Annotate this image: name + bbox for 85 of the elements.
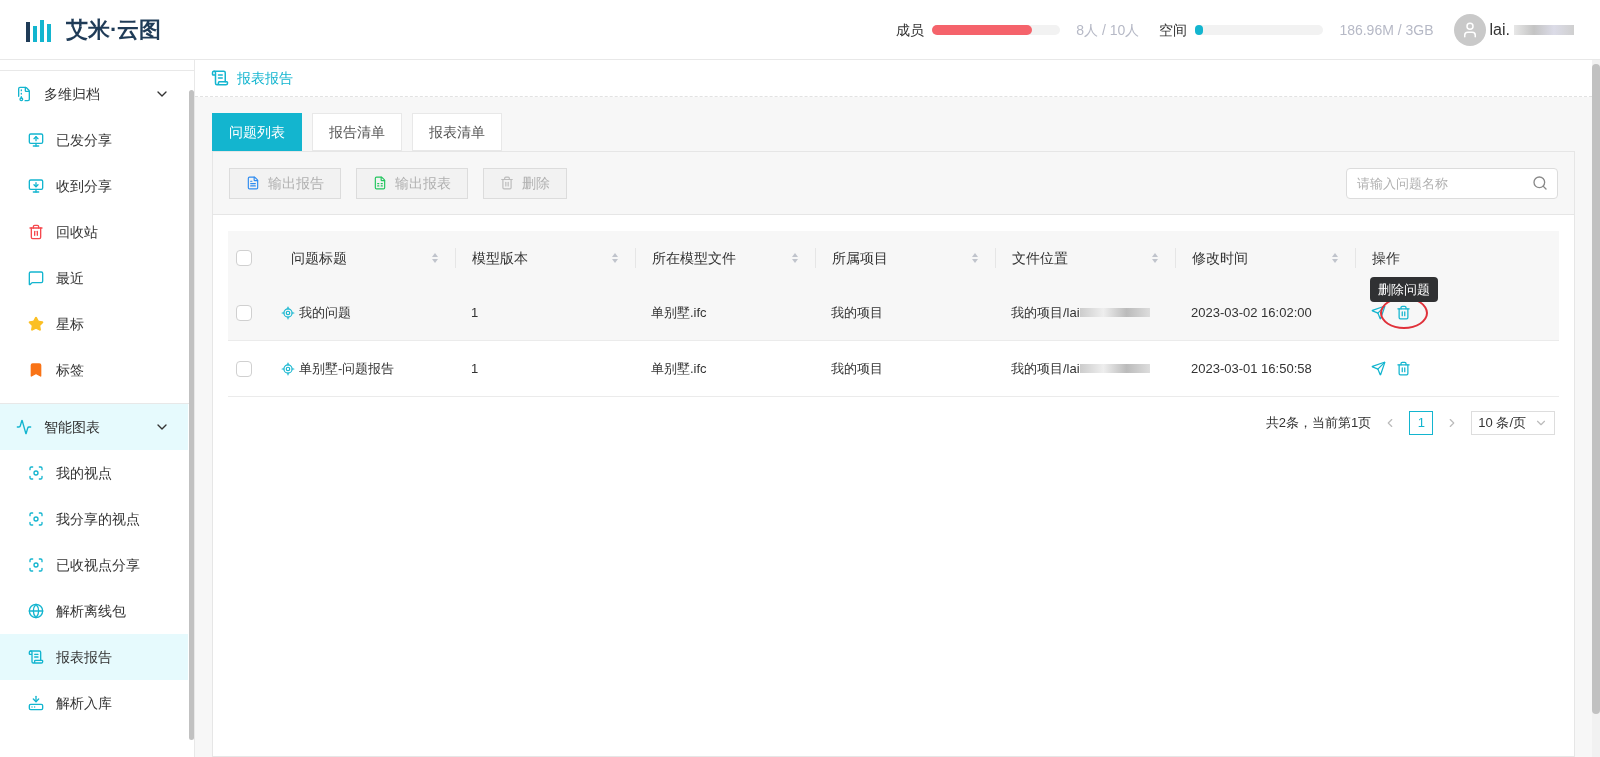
monitor-download-icon [28, 178, 44, 194]
locate-icon [281, 361, 295, 376]
monitor-upload-icon [28, 132, 44, 148]
table-cell-text: 我的项目/lai [1011, 359, 1080, 378]
bookmark-icon [28, 362, 44, 378]
column-header: 操作 [1372, 249, 1400, 268]
pulse-icon [16, 419, 32, 435]
sort-icon[interactable] [971, 252, 979, 264]
scrollbar[interactable] [1592, 60, 1600, 757]
trash-icon[interactable] [1396, 361, 1411, 376]
table-cell-text: 单别墅-问题报告 [299, 359, 395, 378]
page-size-select[interactable]: 10 条/页 [1471, 411, 1555, 435]
star-icon [28, 316, 44, 332]
send-icon[interactable] [1371, 305, 1386, 320]
table-cell: 我的项目 [831, 360, 883, 376]
tab[interactable]: 报告清单 [312, 113, 402, 151]
sidebar-item[interactable]: 报表报告 [0, 634, 188, 680]
avatar[interactable] [1453, 13, 1486, 46]
sort-icon[interactable] [1331, 252, 1339, 264]
meter-reading: 186.96M / 3GB [1339, 20, 1434, 40]
meter-label: 空间 [1159, 20, 1188, 40]
sort-icon[interactable] [1151, 252, 1159, 264]
sidebar-item[interactable]: 解析入库 [0, 680, 188, 726]
table-cell: 2023-03-01 16:50:58 [1191, 360, 1312, 376]
sidebar-item[interactable]: 解析离线包 [0, 588, 188, 634]
document-icon [16, 86, 32, 102]
table-cell-text: 我的项目/lai [1011, 303, 1080, 322]
send-icon[interactable] [1371, 361, 1386, 376]
sort-icon[interactable] [791, 252, 799, 264]
checkbox[interactable] [236, 304, 252, 321]
blurred-text [1079, 364, 1150, 373]
checkbox[interactable] [236, 360, 252, 377]
meter-reading: 8人 / 10人 [1076, 20, 1140, 40]
table-cell: 单别墅.ifc [651, 360, 707, 376]
table-cell: 1 [471, 360, 479, 376]
checkbox[interactable] [236, 250, 252, 266]
locate-icon [281, 305, 295, 320]
sidebar-group[interactable]: 智能图表 [0, 404, 188, 450]
column-header: 所在模型文件 [652, 249, 736, 268]
trash-icon[interactable] [1396, 305, 1411, 320]
sidebar-item[interactable]: 星标 [0, 301, 188, 347]
focus-frame-icon [28, 465, 44, 481]
sidebar-item[interactable]: 已发分享 [0, 117, 188, 163]
scroll-document-icon [211, 69, 229, 87]
table-cell: 我的项目 [831, 304, 883, 320]
logo-text: 艾米·云图 [66, 16, 162, 44]
sort-icon[interactable] [431, 252, 439, 264]
trash-icon [500, 176, 514, 190]
word-file-icon [246, 176, 260, 190]
sidebar-group[interactable]: 多维归档 [0, 71, 188, 117]
search-field[interactable]: 请输入问题名称 [1346, 167, 1558, 199]
column-header: 修改时间 [1192, 249, 1248, 268]
sort-icon[interactable] [611, 252, 619, 264]
table-cell-text: 我的问题 [299, 303, 351, 322]
sidebar-item[interactable]: 收到分享 [0, 163, 188, 209]
user-name[interactable]: lai. [1489, 17, 1510, 42]
search-icon[interactable] [1532, 174, 1548, 191]
table-cell: 2023-03-02 16:02:00 [1191, 304, 1312, 320]
scroll-document-icon [28, 649, 44, 665]
globe-icon [28, 603, 44, 619]
table-cell: 单别墅.ifc [651, 304, 707, 320]
focus-frame-icon [28, 511, 44, 527]
sidebar-item[interactable]: 已收视点分享 [0, 542, 188, 588]
table-cell: 1 [471, 304, 479, 320]
column-header: 文件位置 [1012, 249, 1068, 268]
scrollbar[interactable] [189, 90, 194, 740]
meter-label: 成员 [896, 20, 925, 40]
download-tray-icon [28, 695, 44, 711]
sidebar-item[interactable]: 最近 [0, 255, 188, 301]
tooltip: 删除问题 [1369, 276, 1438, 302]
column-header: 问题标题 [291, 249, 347, 268]
sidebar-item[interactable]: 回收站 [0, 209, 188, 255]
bar-chart-logo-icon [26, 17, 54, 42]
blurred-text [1514, 24, 1574, 35]
tab[interactable]: 报表清单 [412, 113, 502, 151]
blurred-text [1079, 308, 1150, 317]
spreadsheet-file-icon [373, 176, 387, 190]
focus-frame-icon [28, 557, 44, 573]
sidebar-item[interactable]: 我分享的视点 [0, 496, 188, 542]
pagination-summary: 共2条，当前第1页 [1265, 414, 1372, 433]
sidebar-item[interactable]: 标签 [0, 347, 188, 393]
sidebar-item[interactable]: 我的视点 [0, 450, 188, 496]
column-header: 模型版本 [472, 249, 528, 268]
trash-icon [28, 224, 44, 240]
column-header: 所属项目 [832, 249, 888, 268]
